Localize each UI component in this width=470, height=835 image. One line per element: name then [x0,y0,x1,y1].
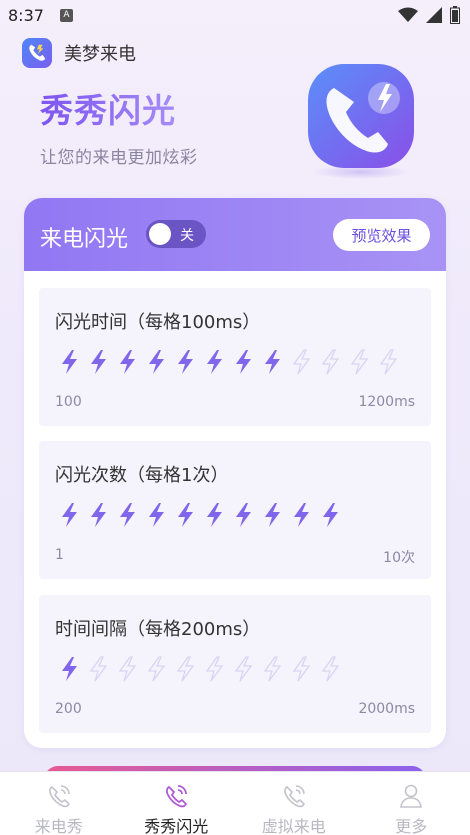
bolt-active-icon[interactable] [260,501,285,529]
toggle-knob [149,223,171,245]
bolt-active-icon[interactable] [57,501,82,529]
phone-ring-icon [48,785,70,808]
bolt-active-icon[interactable] [144,348,169,376]
phone-flash-illustration-icon [308,64,414,179]
flash-duration-section: 闪光时间（每格100ms） 100 1200ms [39,288,431,426]
nav-item-more[interactable]: 更多 [353,772,470,835]
range-max-label: 10次 [383,550,415,566]
bolt-active-icon[interactable] [173,501,198,529]
nav-label: 更多 [395,817,428,835]
flash-interval-section: 时间间隔（每格200ms） 200 2000ms [39,595,431,733]
bolt-inactive-icon[interactable] [202,655,227,683]
flash-count-section: 闪光次数（每格1次） 1 10次 [39,441,431,579]
preview-button[interactable]: 预览效果 [333,219,430,251]
app-logo-icon [22,38,52,68]
bolt-active-icon[interactable] [231,501,256,529]
bolt-active-icon[interactable] [57,655,82,683]
range-min-label: 1 [55,547,64,563]
toggle-state-label: 关 [180,228,194,244]
bolt-slider[interactable] [57,501,343,529]
section-title: 闪光时间（每格100ms） [55,312,261,333]
bolt-inactive-icon[interactable] [289,655,314,683]
status-bar: 8:37 A [0,0,470,30]
section-title: 闪光次数（每格1次） [55,465,229,486]
bolt-inactive-icon[interactable] [86,655,111,683]
nav-item-caller-show[interactable]: 来电秀 [0,772,118,835]
bolt-slider[interactable] [57,348,401,376]
bolt-inactive-icon[interactable] [376,348,401,376]
bolt-inactive-icon[interactable] [231,655,256,683]
range-max-label: 1200ms [358,394,415,410]
app-name: 美梦来电 [64,44,136,65]
bolt-active-icon[interactable] [173,348,198,376]
bolt-active-icon[interactable] [318,501,343,529]
bolt-active-icon[interactable] [231,348,256,376]
card-title: 来电闪光 [40,227,129,252]
phone-ring-icon [166,785,188,808]
bolt-inactive-icon[interactable] [318,655,343,683]
range-min-label: 200 [55,701,82,717]
bolt-active-icon[interactable] [202,501,227,529]
nav-label: 虚拟来电 [261,817,326,835]
nav-label: 来电秀 [34,817,83,835]
bolt-slider[interactable] [57,655,343,683]
card-header: 来电闪光 关 预览效果 [24,198,446,271]
bolt-inactive-icon[interactable] [318,348,343,376]
status-time: 8:37 [8,6,44,25]
nav-item-flash[interactable]: 秀秀闪光 [118,772,236,835]
nav-item-virtual-call[interactable]: 虚拟来电 [235,772,353,835]
section-title: 时间间隔（每格200ms） [55,619,261,640]
bolt-active-icon[interactable] [86,501,111,529]
page-title: 秀秀闪光 [40,84,176,132]
bolt-inactive-icon[interactable] [289,348,314,376]
range-max-label: 2000ms [358,701,415,717]
bolt-active-icon[interactable] [115,348,140,376]
wifi-icon [398,7,418,22]
bolt-active-icon[interactable] [86,348,111,376]
page-subtitle: 让您的来电更加炫彩 [40,148,198,168]
person-icon [400,784,423,808]
battery-icon [450,6,460,24]
nav-label: 秀秀闪光 [144,817,209,835]
bolt-inactive-icon[interactable] [347,348,372,376]
bolt-active-icon[interactable] [289,501,314,529]
bolt-active-icon[interactable] [260,348,285,376]
flash-settings-card: 来电闪光 关 预览效果 闪光时间（每格100ms） 100 1200ms 闪光次… [24,198,446,748]
bolt-inactive-icon[interactable] [115,655,140,683]
status-icons [398,6,460,24]
flash-toggle[interactable]: 关 [146,220,206,248]
bolt-inactive-icon[interactable] [260,655,285,683]
app-header: 美梦来电 [22,38,136,68]
bolt-active-icon[interactable] [57,348,82,376]
signal-icon [426,7,442,23]
bolt-inactive-icon[interactable] [173,655,198,683]
bolt-active-icon[interactable] [115,501,140,529]
phone-ring-icon [283,785,305,808]
bottom-nav: 来电秀 秀秀闪光 虚拟来电 更多 [0,771,470,835]
bolt-inactive-icon[interactable] [144,655,169,683]
range-min-label: 100 [55,394,82,410]
notification-a-icon: A [60,9,73,22]
bolt-active-icon[interactable] [144,501,169,529]
bolt-active-icon[interactable] [202,348,227,376]
